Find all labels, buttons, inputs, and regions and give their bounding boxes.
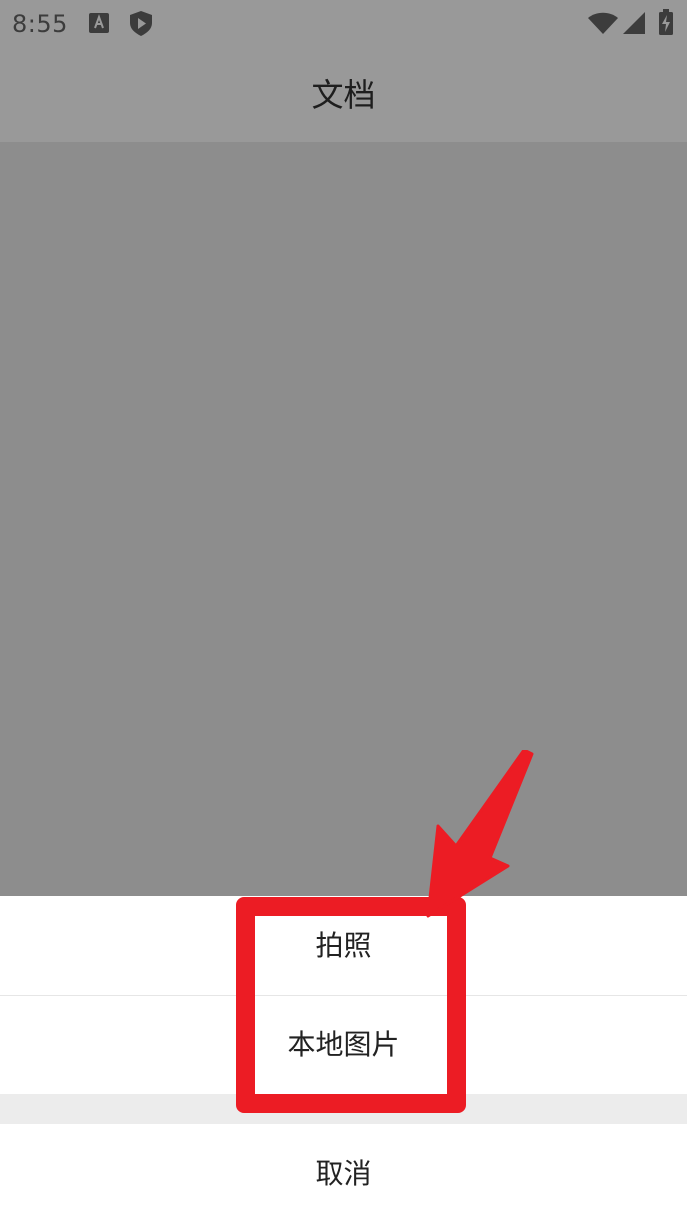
- status-time: 8:55: [12, 10, 68, 38]
- wifi-icon: [588, 12, 618, 34]
- shield-play-icon: [130, 11, 152, 36]
- action-sheet: 拍照 本地图片 取消: [0, 896, 687, 1223]
- cell-signal-icon: [623, 12, 645, 34]
- app-bar: 文档: [0, 48, 687, 142]
- dimmed-content-overlay[interactable]: [0, 142, 687, 896]
- font-a-icon: [89, 13, 109, 33]
- sheet-separator-gap: [0, 1094, 687, 1124]
- battery-charging-icon: [659, 9, 673, 35]
- status-bar: 8:55: [0, 0, 687, 48]
- cancel-button[interactable]: 取消: [0, 1124, 687, 1223]
- page-title: 文档: [311, 76, 376, 114]
- take-photo-option[interactable]: 拍照: [0, 896, 687, 995]
- local-image-option[interactable]: 本地图片: [0, 996, 687, 1094]
